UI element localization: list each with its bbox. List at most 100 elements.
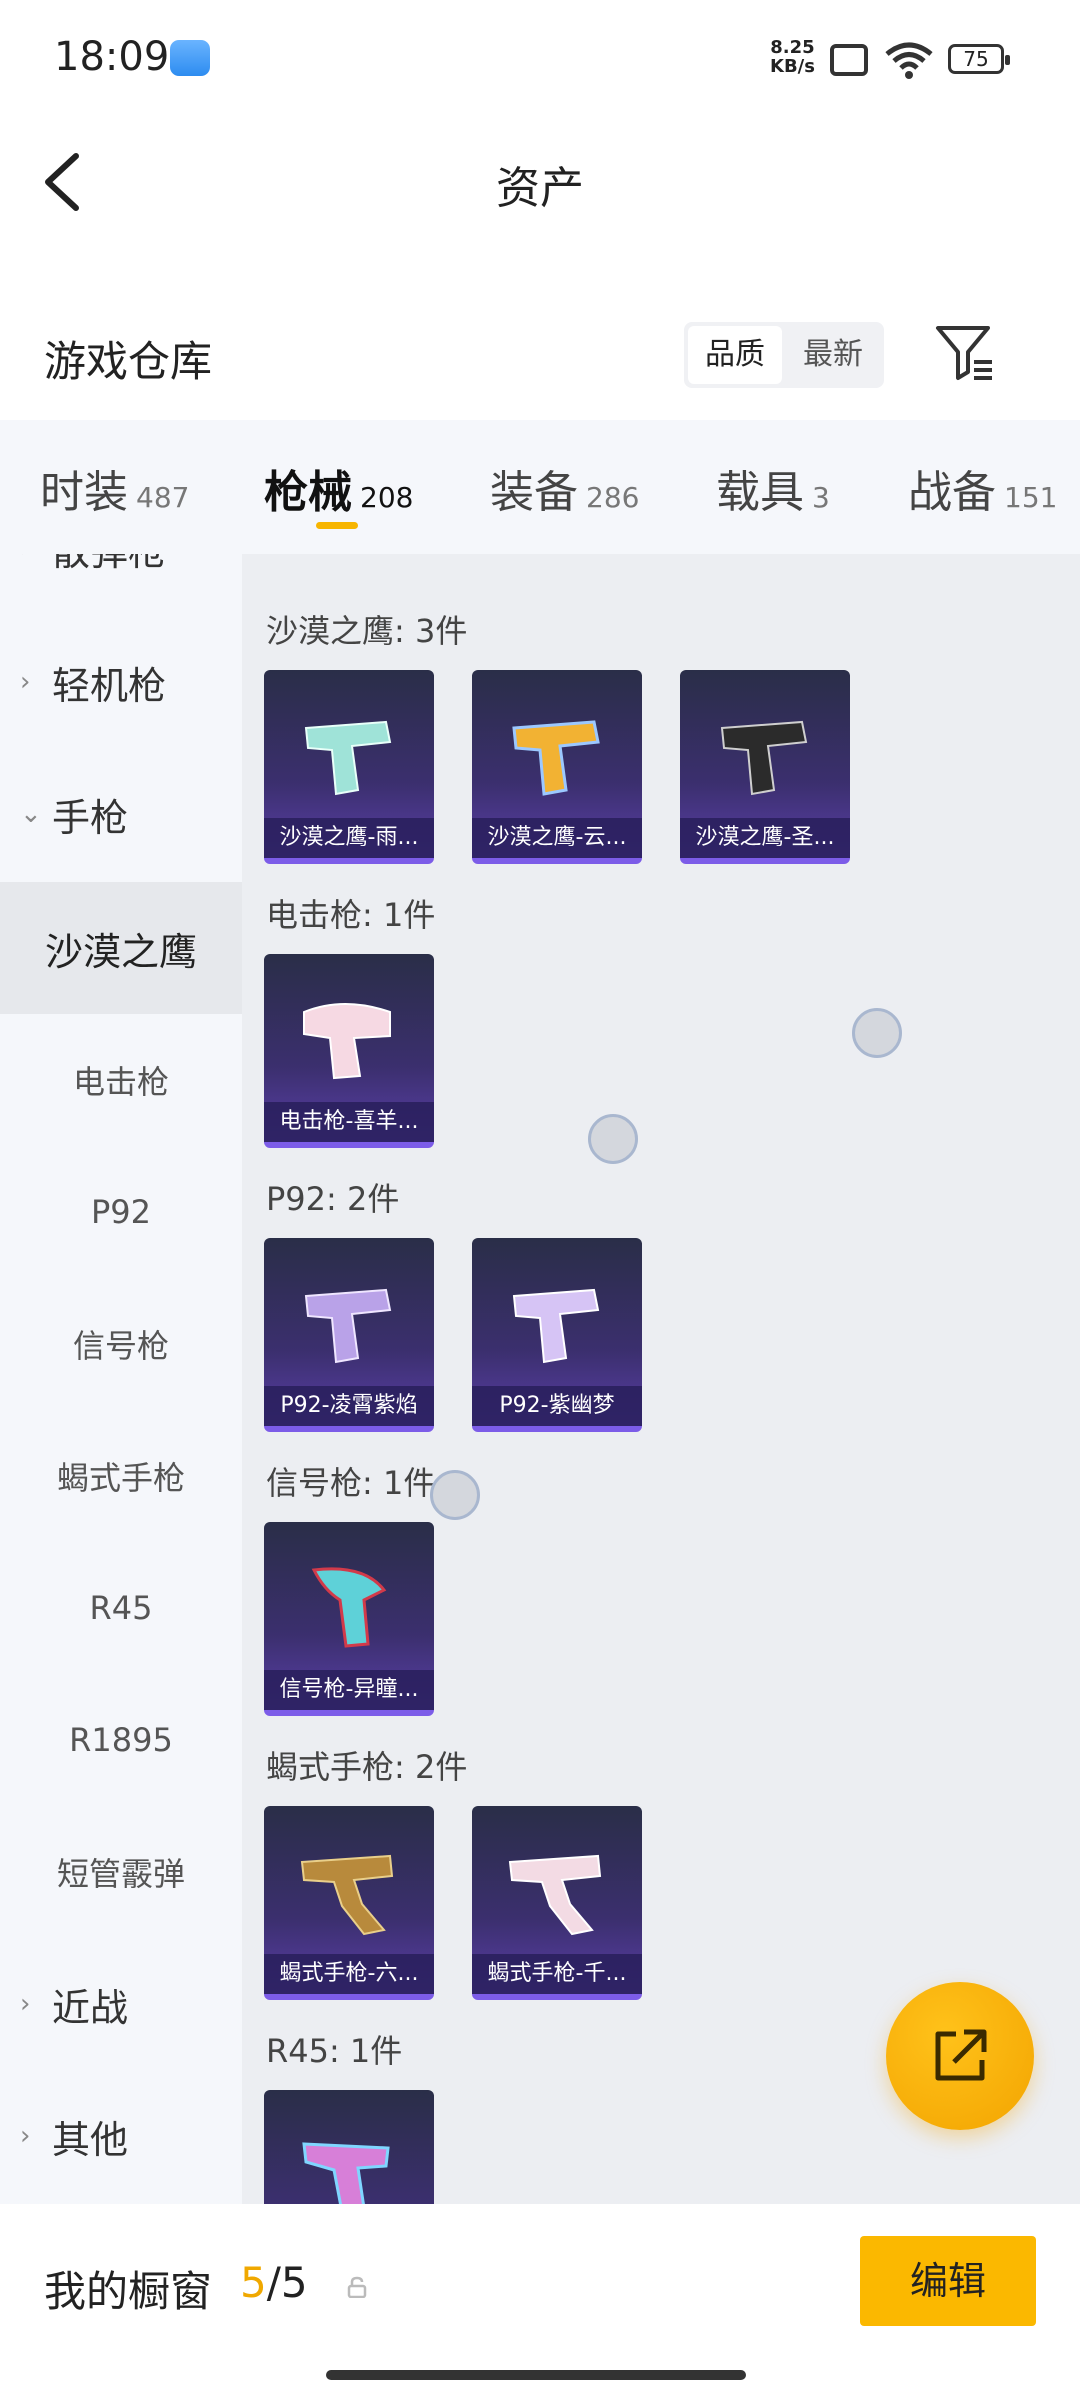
sidebar-item-label: 短管霰弹 — [56, 1855, 185, 1893]
sidebar-item-other[interactable]: › 其他 — [0, 2070, 242, 2202]
weapon-card[interactable]: P92-紫幽梦 — [472, 1238, 642, 1432]
tab-label: 载具 — [716, 467, 804, 518]
tab-label: 枪械 — [264, 467, 352, 518]
group-label: 电击枪: 1件 — [266, 896, 436, 934]
weapon-card[interactable]: P92-凌霄紫焰 — [264, 1238, 434, 1432]
group-label: 蝎式手枪: 2件 — [266, 1748, 468, 1786]
sidebar-item-skorpion[interactable]: 蝎式手枪 — [0, 1410, 242, 1542]
weapon-card[interactable]: 信号枪-异瞳... — [264, 1522, 434, 1716]
sidebar-item-label: 散弹枪 — [52, 554, 166, 576]
group-label: R45: 1件 — [266, 2032, 403, 2070]
tab-label: 装备 — [490, 467, 578, 518]
flare-gun-icon — [311, 1567, 387, 1648]
chevron-right-icon: › — [20, 667, 31, 697]
tab-count: 151 — [1004, 481, 1058, 514]
sidebar-item-label: 轻机枪 — [52, 663, 167, 708]
touch-indicator — [588, 1114, 638, 1164]
category-tabs: 时装 487 枪械 208 装备 286 载具 3 战备 151 — [0, 420, 1080, 554]
weapon-name: 电击枪-喜羊... — [264, 1102, 434, 1142]
weapon-card[interactable]: 蝎式手枪-千... — [472, 1806, 642, 2000]
weapon-grid: 沙漠之鹰: 3件 沙漠之鹰-雨... 沙漠之鹰-云... 沙漠之鹰-圣... 电… — [242, 554, 1080, 2204]
net-speed: 8.25 KB/s — [770, 38, 815, 76]
sort-newest-button[interactable]: 最新 — [786, 326, 880, 384]
pistol-icon — [304, 720, 392, 796]
filter-icon[interactable] — [934, 322, 994, 384]
showcase-total: /5 — [266, 2258, 308, 2307]
sidebar-item-r1895[interactable]: R1895 — [0, 1674, 242, 1806]
status-bar: 18:09 8.25 KB/s 75 — [0, 0, 1080, 120]
no-sim-icon — [830, 44, 868, 76]
sidebar-item-desert-eagle[interactable]: 沙漠之鹰 — [0, 882, 242, 1014]
tab-equipment[interactable]: 装备 286 — [490, 456, 639, 526]
weather-app-icon — [170, 40, 210, 76]
sidebar-item-label: R1895 — [69, 1721, 173, 1759]
weapon-name: 沙漠之鹰-圣... — [680, 818, 850, 858]
external-link-icon — [935, 2029, 987, 2081]
share-fab-button[interactable] — [886, 1982, 1034, 2130]
sort-toggle: 品质 最新 — [684, 322, 884, 388]
chevron-right-icon: › — [20, 1989, 31, 2019]
sidebar-item-pistol[interactable]: ⌄ 手枪 — [0, 748, 242, 880]
weapon-card[interactable]: 沙漠之鹰-云... — [472, 670, 642, 864]
sidebar-item-label: P92 — [90, 1193, 151, 1231]
weapon-card[interactable] — [264, 2090, 434, 2204]
sidebar-item-label: 信号枪 — [72, 1327, 169, 1365]
sidebar-item-p92[interactable]: P92 — [0, 1146, 242, 1278]
pistol-icon — [304, 1288, 392, 1364]
showcase-current: 5 — [240, 2258, 267, 2307]
revolver-icon — [302, 2142, 390, 2204]
sidebar-item-flare-gun[interactable]: 信号枪 — [0, 1278, 242, 1410]
sidebar-item-label: 蝎式手枪 — [56, 1459, 185, 1497]
app-header: 资产 — [0, 120, 1080, 240]
home-indicator — [326, 2370, 746, 2380]
weapon-card[interactable]: 蝎式手枪-六... — [264, 1806, 434, 2000]
smg-icon — [508, 1854, 602, 1936]
lock-icon — [347, 2276, 367, 2298]
status-time: 18:09 — [54, 34, 170, 80]
smg-icon — [300, 1854, 394, 1936]
weapon-card[interactable]: 沙漠之鹰-圣... — [680, 670, 850, 864]
group-label: P92: 2件 — [266, 1180, 400, 1218]
weapon-name: 蝎式手枪-六... — [264, 1954, 434, 1994]
sort-quality-button[interactable]: 品质 — [688, 326, 782, 384]
weapon-name: P92-凌霄紫焰 — [264, 1386, 434, 1426]
tab-fashion[interactable]: 时装 487 — [40, 456, 189, 526]
tab-vehicles[interactable]: 载具 3 — [716, 456, 830, 526]
weapon-card[interactable]: 沙漠之鹰-雨... — [264, 670, 434, 864]
chevron-down-icon: ⌄ — [20, 799, 42, 829]
sidebar-item-sawed-off[interactable]: 短管霰弹 — [0, 1806, 242, 1938]
touch-indicator — [852, 1008, 902, 1058]
sidebar-item-label: 电击枪 — [72, 1063, 169, 1101]
pistol-icon — [512, 720, 600, 796]
sidebar-item-label: 手枪 — [52, 795, 129, 840]
weapon-name: P92-紫幽梦 — [472, 1386, 642, 1426]
sidebar-item-stun-gun[interactable]: 电击枪 — [0, 1014, 242, 1146]
tab-count: 208 — [360, 481, 414, 514]
sidebar-item-label: 其他 — [52, 2117, 129, 2162]
wifi-icon — [885, 42, 933, 79]
weapon-name: 沙漠之鹰-云... — [472, 818, 642, 858]
warehouse-header: 游戏仓库 品质 最新 — [0, 300, 1080, 420]
net-speed-unit: KB/s — [770, 56, 815, 77]
net-speed-value: 8.25 — [770, 37, 815, 58]
sidebar-item-r45[interactable]: R45 — [0, 1542, 242, 1674]
weapon-sidebar: › 散弹枪 › 轻机枪 ⌄ 手枪 沙漠之鹰 电击枪 P92 信号枪 蝎式手枪 R… — [0, 554, 242, 2204]
tab-label: 时装 — [40, 467, 128, 518]
sidebar-item-shotgun[interactable]: › 散弹枪 — [0, 554, 242, 614]
tab-firearms[interactable]: 枪械 208 — [264, 456, 413, 526]
active-tab-indicator — [316, 522, 358, 529]
stun-gun-icon — [303, 1003, 391, 1080]
pistol-icon — [512, 1288, 600, 1364]
tab-combat-gear[interactable]: 战备 151 — [908, 456, 1057, 526]
sidebar-item-melee[interactable]: › 近战 — [0, 1938, 242, 2070]
sidebar-item-label: 近战 — [52, 1985, 129, 2030]
weapon-card[interactable]: 电击枪-喜羊... — [264, 954, 434, 1148]
touch-indicator — [430, 1470, 480, 1520]
weapon-name: 信号枪-异瞳... — [264, 1670, 434, 1710]
edit-button[interactable]: 编辑 — [860, 2236, 1036, 2326]
tab-count: 487 — [136, 481, 190, 514]
sidebar-item-label: R45 — [89, 1589, 153, 1627]
tab-label: 战备 — [908, 467, 996, 518]
showcase-title: 我的橱窗 — [44, 2267, 213, 2316]
sidebar-item-lmg[interactable]: › 轻机枪 — [0, 616, 242, 748]
